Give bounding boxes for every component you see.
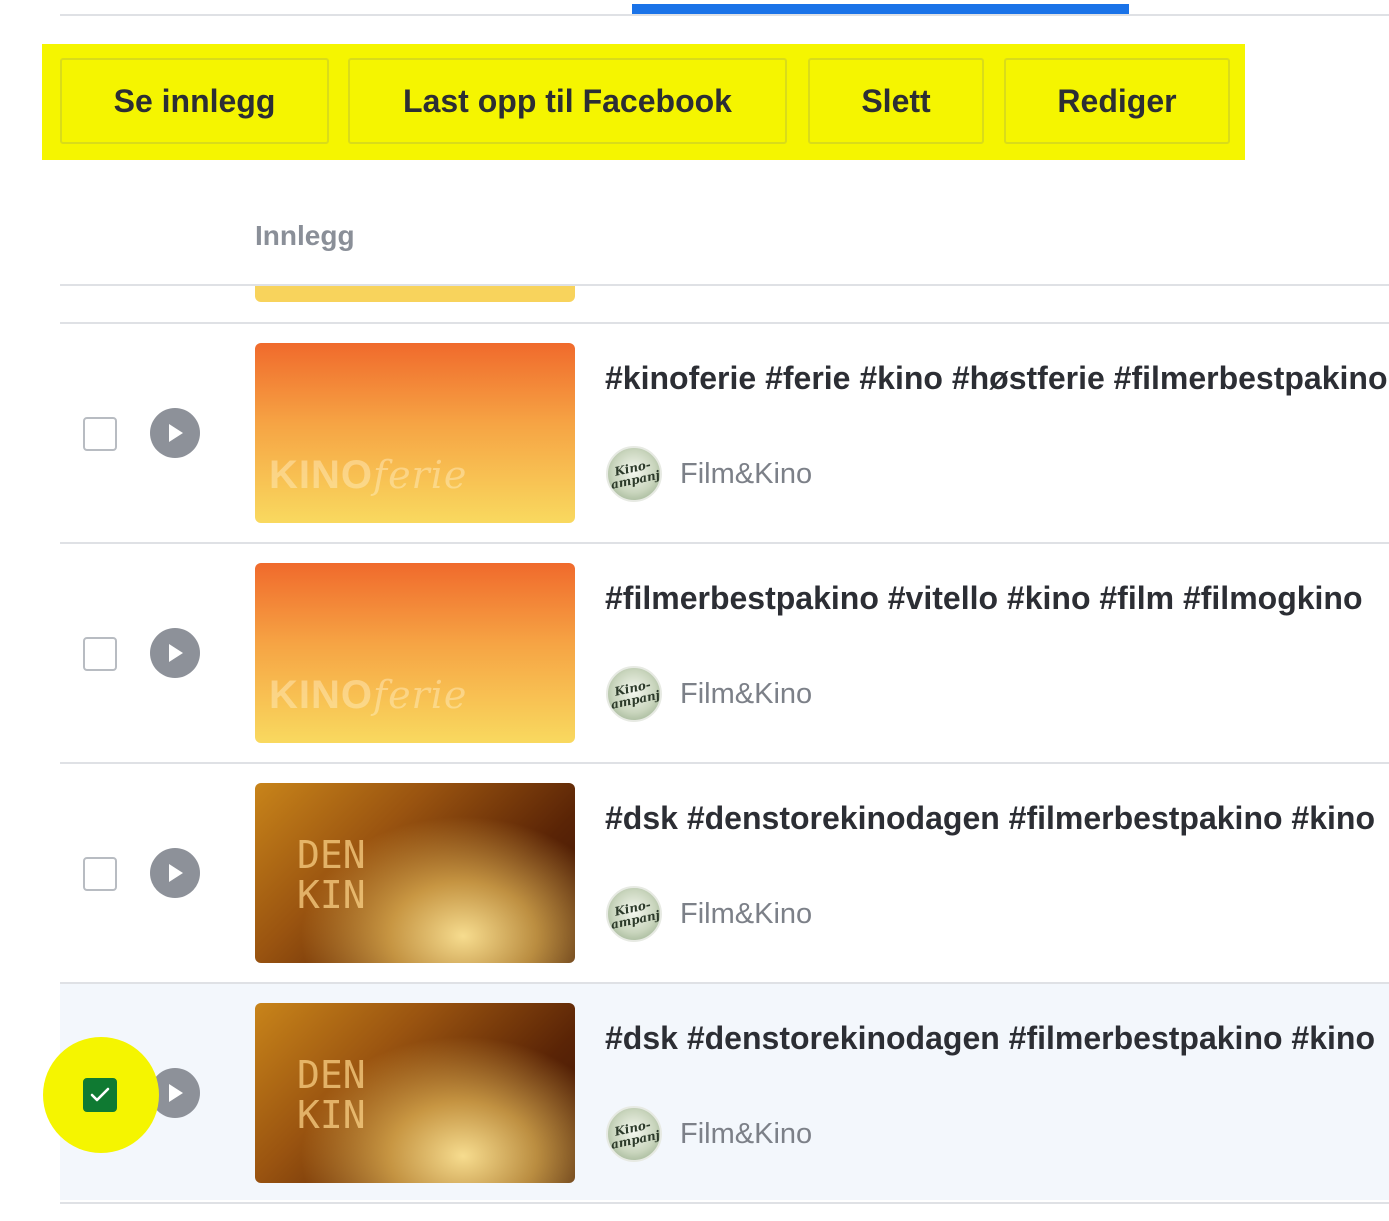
- table-row[interactable]: KINOferie #kinoferie #ferie #kino #høstf…: [60, 322, 1389, 540]
- post-thumbnail[interactable]: KINOferie: [255, 563, 575, 743]
- post-title[interactable]: #dsk #denstorekinodagen #filmerbestpakin…: [605, 1020, 1389, 1057]
- row-checkbox[interactable]: [83, 417, 117, 451]
- thumbnail-logo-text: KINO: [269, 673, 373, 717]
- header-divider: [60, 284, 1389, 286]
- avatar-logo-text: Kino- kampanje: [606, 1117, 662, 1154]
- upload-to-facebook-button[interactable]: Last opp til Facebook: [348, 58, 787, 144]
- page-name: Film&Kino: [680, 458, 813, 490]
- table-row-selected[interactable]: DEN KIN #dsk #denstorekinodagen #filmerb…: [60, 982, 1389, 1200]
- post-title[interactable]: #filmerbestpakino #vitello #kino #film #…: [605, 580, 1389, 617]
- row-checkbox[interactable]: [83, 637, 117, 671]
- row-checkbox[interactable]: [83, 857, 117, 891]
- active-tab-indicator: [632, 4, 1129, 14]
- page-name: Film&Kino: [680, 898, 813, 930]
- thumbnail-logo-script: ferie: [373, 673, 468, 717]
- delete-button[interactable]: Slett: [808, 58, 984, 144]
- partial-thumbnail: [255, 286, 575, 302]
- view-post-button[interactable]: Se innlegg: [60, 58, 329, 144]
- post-thumbnail[interactable]: DEN KIN: [255, 1003, 575, 1183]
- page-avatar: Kino- kampanje: [606, 886, 662, 942]
- avatar-logo-text: Kino- kampanje: [606, 457, 662, 494]
- play-icon[interactable]: [150, 848, 200, 898]
- post-thumbnail[interactable]: KINOferie: [255, 343, 575, 523]
- thumbnail-logo-script: ferie: [373, 453, 468, 497]
- page-avatar: Kino- kampanje: [606, 1106, 662, 1162]
- page-avatar: Kino- kampanje: [606, 666, 662, 722]
- avatar-logo-text: Kino- kampanje: [606, 677, 662, 714]
- thumbnail-logo-text: DEN KIN: [297, 1053, 366, 1137]
- bulk-action-bar: Se innlegg Last opp til Facebook Slett R…: [42, 44, 1245, 160]
- avatar-logo-text: Kino- kampanje: [606, 897, 662, 934]
- row-checkbox-checked[interactable]: [83, 1078, 117, 1112]
- thumbnail-logo-text: KINO: [269, 453, 373, 497]
- page-avatar: Kino- kampanje: [606, 446, 662, 502]
- table-row[interactable]: DEN KIN #dsk #denstorekinodagen #filmerb…: [60, 762, 1389, 980]
- table-row[interactable]: KINOferie #filmerbestpakino #vitello #ki…: [60, 542, 1389, 760]
- post-title[interactable]: #kinoferie #ferie #kino #høstferie #film…: [605, 360, 1389, 397]
- thumbnail-logo-text: DEN KIN: [297, 833, 366, 917]
- checkmark-icon: [90, 1087, 110, 1102]
- column-header-posts[interactable]: Innlegg: [255, 220, 355, 252]
- table-bottom-divider: [60, 1202, 1389, 1204]
- page-name: Film&Kino: [680, 1118, 813, 1150]
- play-icon[interactable]: [150, 628, 200, 678]
- post-thumbnail[interactable]: DEN KIN: [255, 783, 575, 963]
- play-icon[interactable]: [150, 408, 200, 458]
- post-title[interactable]: #dsk #denstorekinodagen #filmerbestpakin…: [605, 800, 1389, 837]
- top-divider: [60, 14, 1389, 16]
- edit-button[interactable]: Rediger: [1004, 58, 1230, 144]
- page-name: Film&Kino: [680, 678, 813, 710]
